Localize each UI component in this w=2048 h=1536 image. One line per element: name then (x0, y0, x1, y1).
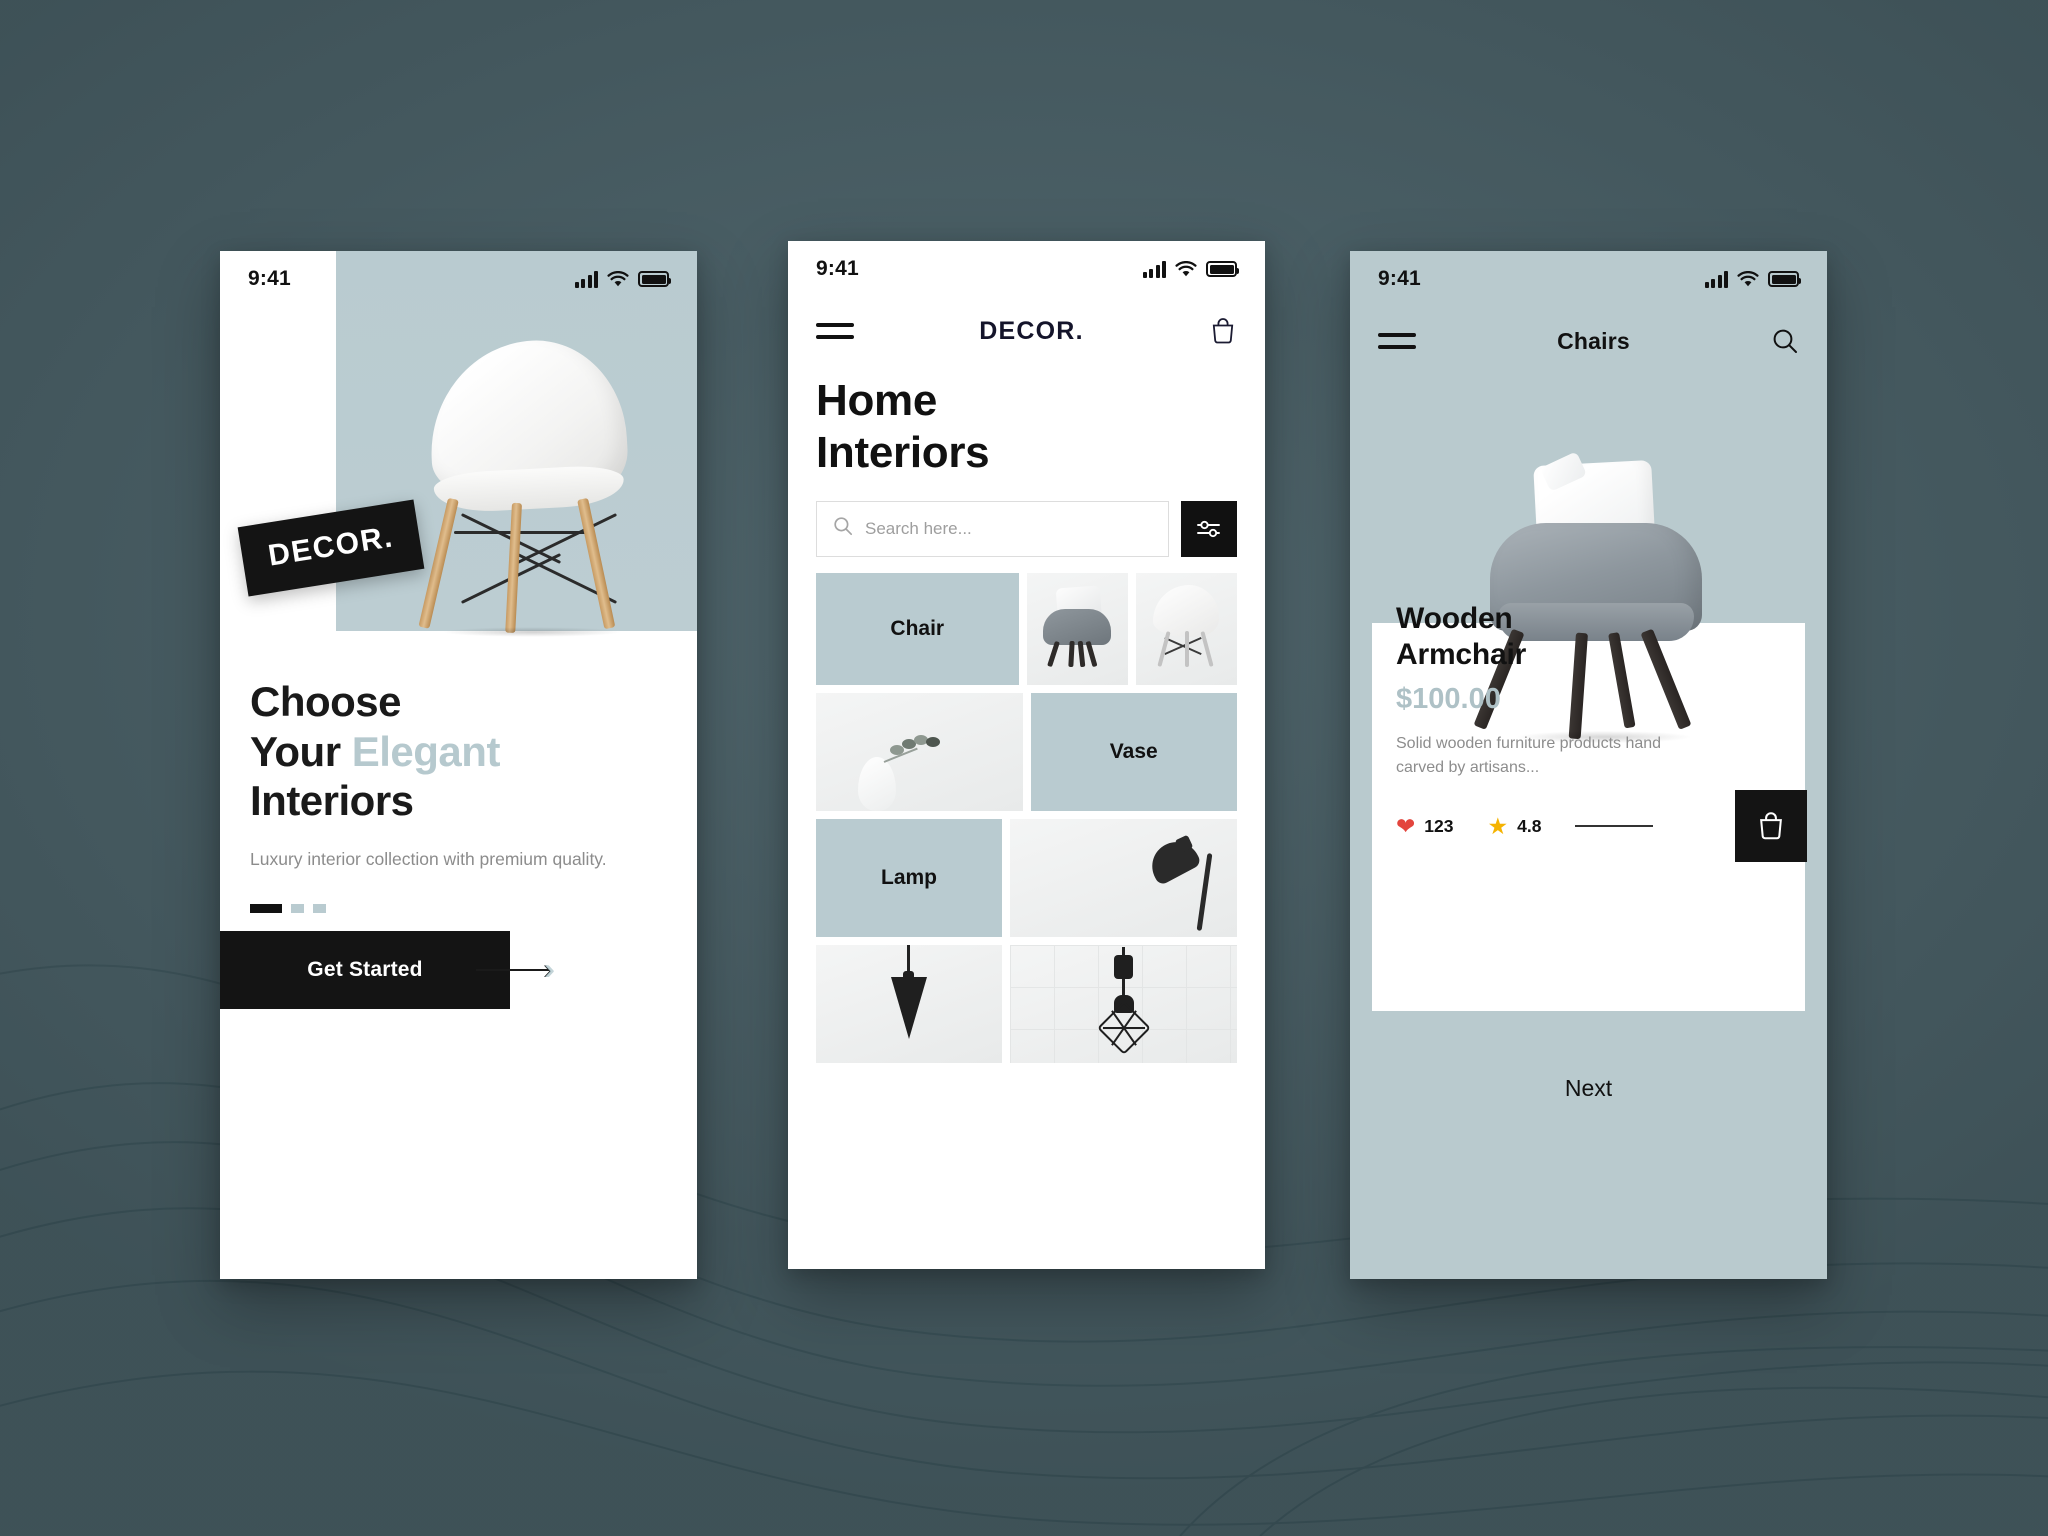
heading-line-1: Home (816, 376, 938, 425)
signal-bars-icon (1142, 260, 1166, 278)
category-grid: Chair Vase Lamp (788, 557, 1265, 1063)
battery-icon (1768, 271, 1801, 287)
page-title: Choose Your Elegant Interiors (250, 677, 667, 826)
grid-tile-label: Vase (1109, 739, 1158, 763)
vase-thumbnail (850, 734, 940, 811)
onboarding-hero: DECOR. (220, 251, 697, 637)
title-line-3: Interiors (250, 777, 414, 825)
status-icons (1704, 270, 1801, 288)
sliders-filter-icon[interactable] (1181, 500, 1237, 557)
phone-screen-onboarding: 9:41 DECOR. Choose Your Elegant Interior… (220, 251, 697, 1279)
grid-tile-vase-label[interactable]: Vase (1030, 692, 1237, 811)
title-line-2-plain: Your (250, 727, 352, 775)
grid-tile-vase-photo[interactable] (816, 692, 1023, 811)
phone-screen-home: 9:41 DECOR. Home Interiors Search here..… (788, 241, 1265, 1269)
home-heading-block: Home Interiors (788, 365, 1265, 479)
page-title: Home Interiors (816, 375, 1237, 479)
battery-icon (1206, 261, 1239, 277)
grid-tile-desklamp-photo[interactable] (1010, 818, 1237, 937)
chevron-right-icon[interactable]: › › › (543, 955, 555, 985)
shopping-bag-icon[interactable] (1209, 316, 1237, 346)
cart-connector-line (1575, 825, 1654, 827)
grid-row (816, 944, 1237, 1063)
grid-tile-eames-photo[interactable] (1135, 572, 1237, 685)
rating-stat: ★ 4.8 (1487, 812, 1542, 839)
product-name-line-1: Wooden (1396, 602, 1513, 635)
product-price: $100.00 (1396, 683, 1501, 715)
likes-stat[interactable]: ❤ 123 (1396, 812, 1454, 839)
get-started-row: Get Started › › › (220, 931, 697, 1009)
rating-value: 4.8 (1517, 815, 1542, 836)
grid-tile-pendant-photo[interactable] (816, 944, 1003, 1063)
cta-connector-line (476, 969, 550, 971)
likes-count: 123 (1424, 815, 1454, 836)
grid-row: Chair (816, 572, 1237, 685)
hamburger-menu-icon[interactable] (1378, 333, 1416, 349)
status-time: 9:41 (816, 257, 859, 280)
grid-row: Lamp (816, 818, 1237, 937)
wifi-icon (1175, 260, 1197, 278)
pagination-dot-1[interactable] (250, 903, 282, 913)
grid-tile-lamp-label[interactable]: Lamp (816, 818, 1003, 937)
grid-tile-label: Lamp (881, 865, 938, 889)
heading-line-2: Interiors (816, 427, 990, 477)
search-icon (833, 516, 853, 541)
page-subtitle: Luxury interior collection with premium … (250, 848, 607, 869)
search-row (788, 479, 1265, 557)
status-time: 9:41 (1378, 267, 1421, 290)
search-input[interactable] (865, 518, 1152, 539)
product-name-line-2: Armchair (1396, 638, 1527, 671)
screenshot-stage: 9:41 DECOR. Choose Your Elegant Interior… (0, 0, 2048, 1536)
cage-pendant-thumbnail (1089, 946, 1159, 1059)
page-title: Chairs (1557, 327, 1630, 354)
title-line-1: Choose (250, 678, 402, 725)
get-started-button[interactable]: Get Started (220, 931, 510, 1009)
pagination-dot-3[interactable] (313, 903, 326, 913)
armchair-thumbnail (1039, 585, 1115, 671)
status-time: 9:41 (248, 267, 291, 290)
signal-bars-icon (1704, 270, 1728, 288)
signal-bars-icon (574, 270, 598, 288)
decor-logo-text: DECOR. (265, 520, 396, 573)
status-bar: 9:41 (1350, 251, 1827, 307)
app-bar: Chairs (1350, 307, 1827, 375)
search-icon[interactable] (1771, 327, 1799, 355)
pagination-dots[interactable] (250, 903, 667, 913)
phone-screen-product: 9:41 Chairs Wooden Armchair $100.00 Soli… (1350, 251, 1827, 1279)
product-stats-row: ❤ 123 ★ 4.8 (1396, 790, 1807, 862)
grid-tile-cagelamp-photo[interactable] (1010, 944, 1237, 1063)
hamburger-menu-icon[interactable] (816, 323, 854, 339)
status-bar: 9:41 (220, 251, 697, 307)
brand-title: DECOR. (979, 316, 1084, 345)
onboarding-body: Choose Your Elegant Interiors Luxury int… (220, 631, 697, 913)
hero-chair-image (412, 335, 642, 637)
search-field[interactable] (816, 500, 1169, 557)
add-to-cart-button[interactable] (1735, 790, 1807, 862)
eames-chair-thumbnail (1149, 584, 1223, 677)
status-icons (1142, 260, 1239, 278)
cone-pendant-thumbnail (879, 944, 939, 1057)
battery-icon (638, 271, 671, 287)
wifi-icon (607, 270, 629, 288)
pagination-dot-2[interactable] (291, 903, 304, 913)
grid-tile-armchair-photo[interactable] (1026, 572, 1128, 685)
grid-row: Vase (816, 692, 1237, 811)
status-bar: 9:41 (788, 241, 1265, 297)
product-stage: Wooden Armchair $100.00 Solid wooden fur… (1350, 375, 1827, 1279)
star-icon: ★ (1487, 812, 1509, 839)
product-description: Solid wooden furniture products hand car… (1396, 735, 1662, 776)
grid-tile-label: Chair (890, 616, 945, 640)
product-info: Wooden Armchair $100.00 Solid wooden fur… (1396, 601, 1807, 862)
app-bar: DECOR. (788, 297, 1265, 365)
desk-lamp-thumbnail (1125, 829, 1215, 931)
status-icons (574, 270, 671, 288)
title-line-2-accent: Elegant (351, 727, 501, 775)
grid-tile-chair-label[interactable]: Chair (816, 572, 1019, 685)
heart-icon: ❤ (1396, 812, 1416, 839)
product-name: Wooden Armchair (1396, 601, 1787, 673)
wifi-icon (1737, 270, 1759, 288)
next-button[interactable]: Next (1350, 1075, 1827, 1102)
